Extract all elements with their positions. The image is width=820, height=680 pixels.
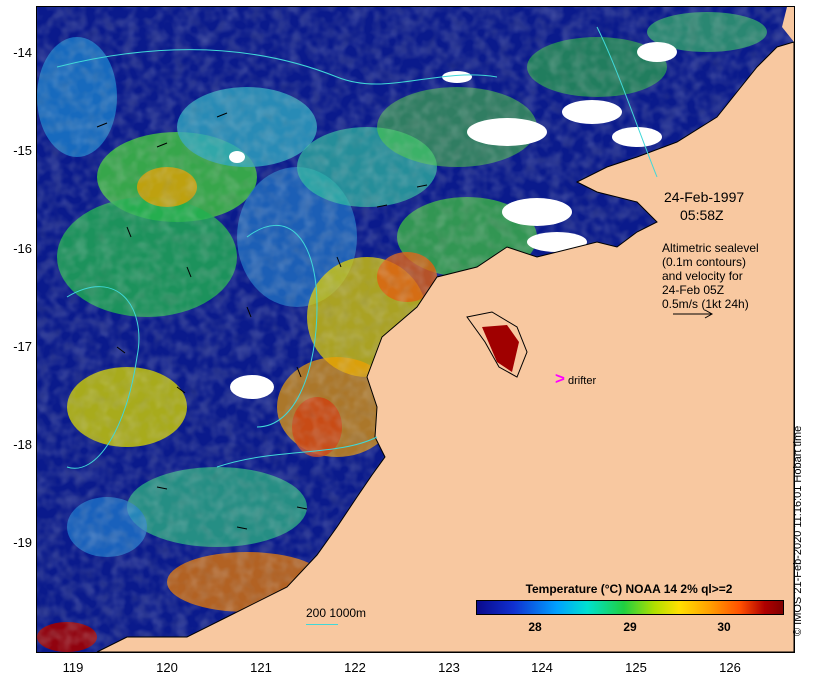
depth-scale-line <box>306 624 338 625</box>
depth-scale-label: 200 1000m <box>306 606 367 620</box>
lat-label-15: -15 <box>13 143 32 158</box>
velocity-scale-arrow-icon <box>673 309 714 319</box>
colorbar-tick-30: 30 <box>717 620 731 634</box>
lat-label-14: -14 <box>13 45 32 60</box>
sst-map[interactable] <box>36 6 795 653</box>
colorbar-title: Temperature (°C) NOAA 14 2% ql>=2 <box>525 582 733 596</box>
sealevel-line-3: and velocity for <box>662 269 743 283</box>
date-label: 24-Feb-1997 <box>664 189 745 205</box>
lon-label-123: 123 <box>438 660 460 675</box>
lon-label-126: 126 <box>719 660 741 675</box>
lat-label-19: -19 <box>13 535 32 550</box>
drifter-legend: > drifter <box>555 369 596 389</box>
sealevel-line-2: (0.1m contours) <box>662 255 747 269</box>
lat-label-16: -16 <box>13 241 32 256</box>
temperature-colorbar <box>476 600 784 615</box>
lat-label-17: -17 <box>13 339 32 354</box>
sealevel-line-1: Altimetric sealevel <box>662 241 759 255</box>
lon-label-122: 122 <box>344 660 366 675</box>
lat-label-18: -18 <box>13 437 32 452</box>
sealevel-line-4: 24-Feb 05Z <box>662 283 725 297</box>
sst-map-canvas <box>37 7 794 652</box>
lon-label-120: 120 <box>156 660 178 675</box>
time-label: 05:58Z <box>680 207 724 223</box>
depth-scale: 200 1000m <box>306 606 367 625</box>
lon-label-124: 124 <box>531 660 553 675</box>
lon-label-125: 125 <box>625 660 647 675</box>
credit-text: © IMOS 21-Feb-2020 11:16:01 Hobart time <box>792 425 804 636</box>
drifter-label: drifter <box>568 375 597 387</box>
colorbar-tick-28: 28 <box>528 620 542 634</box>
colorbar-tick-29: 29 <box>623 620 637 634</box>
lon-label-119: 119 <box>62 660 84 675</box>
drifter-marker-icon: > <box>555 369 565 388</box>
lon-label-121: 121 <box>250 660 272 675</box>
